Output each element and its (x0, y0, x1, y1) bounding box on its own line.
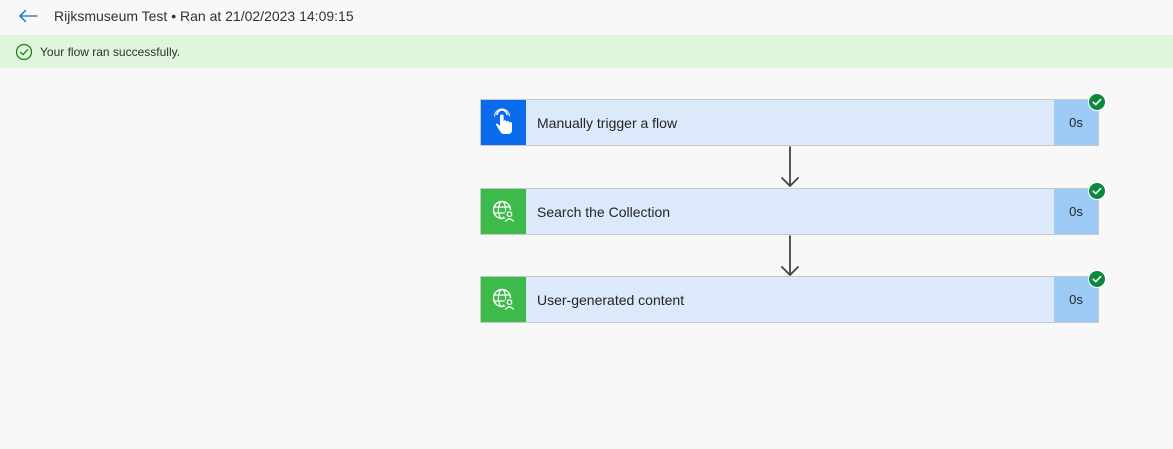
success-check-icon (1088, 182, 1106, 200)
step-icon-tile (481, 100, 526, 145)
step-label: Search the Collection (537, 203, 671, 220)
success-check-icon (1088, 270, 1106, 288)
step-icon-tile (481, 189, 526, 234)
connector-arrow-icon (781, 146, 799, 187)
connector-arrow-icon (781, 235, 799, 276)
page-title: Rijksmuseum Test • Ran at 21/02/2023 14:… (54, 8, 354, 24)
check-circle-icon (15, 43, 33, 61)
step-label: User-generated content (537, 291, 685, 308)
step-icon-tile (481, 277, 526, 322)
step-label: Manually trigger a flow (537, 114, 678, 131)
header-bar: Rijksmuseum Test • Ran at 21/02/2023 14:… (0, 0, 1173, 35)
touch-hand-icon (493, 107, 512, 134)
globe-user-icon (492, 200, 515, 222)
banner-message: Your flow ran successfully. (40, 45, 181, 59)
flow-step-search-collection[interactable]: Search the Collection 0s (480, 182, 1106, 235)
success-banner: Your flow ran successfully. (0, 35, 1173, 68)
flow-step-user-generated-content[interactable]: User-generated content 0s (480, 270, 1106, 323)
success-check-icon (1088, 93, 1106, 111)
globe-user-icon (492, 288, 515, 310)
arrow-left-icon (19, 9, 38, 23)
back-button[interactable] (14, 2, 42, 30)
flow-step-manual-trigger[interactable]: Manually trigger a flow 0s (480, 93, 1106, 146)
